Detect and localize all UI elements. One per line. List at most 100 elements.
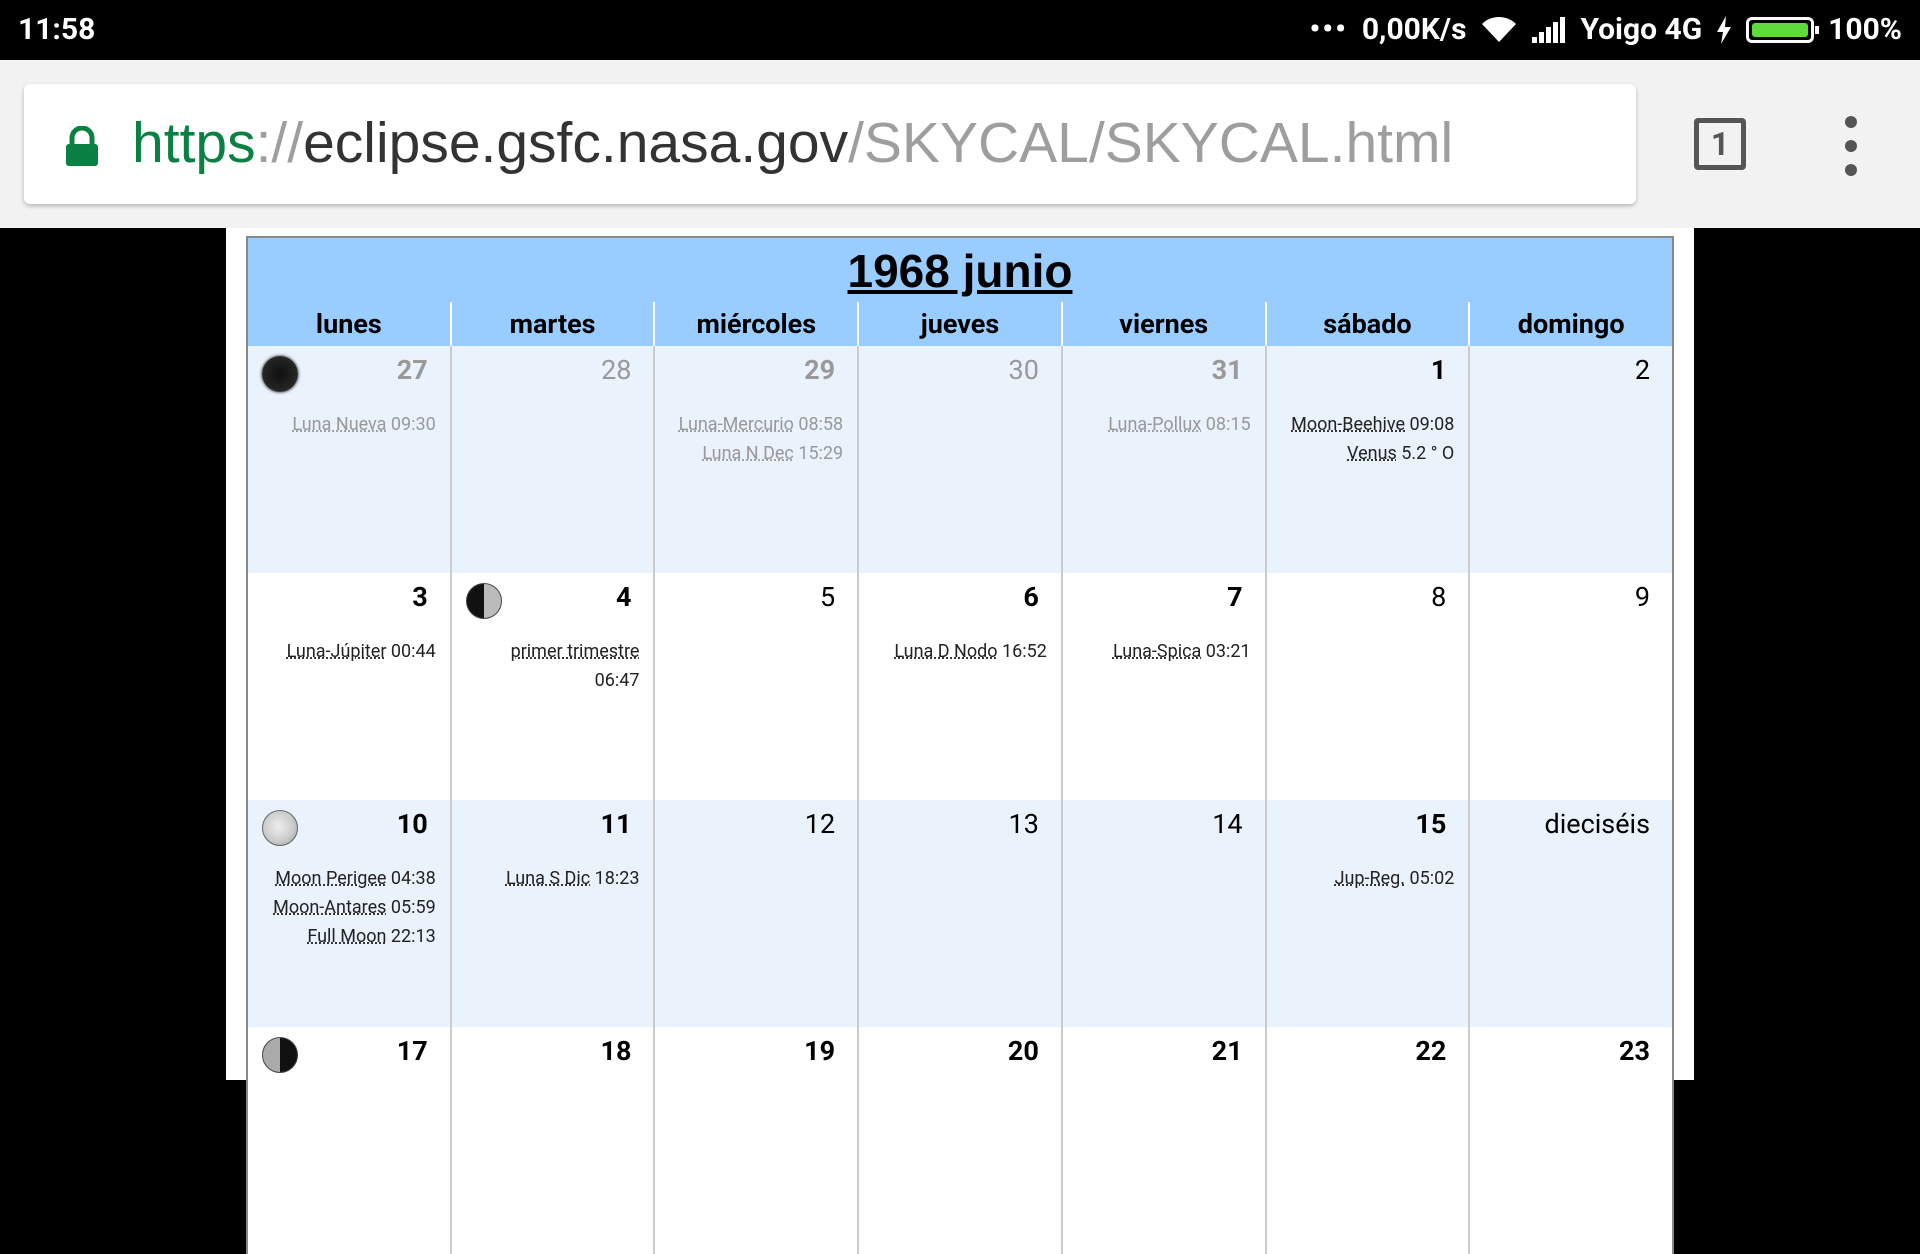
day-number: 20	[1007, 1035, 1039, 1067]
event-list: Luna Nueva 09:30	[254, 410, 436, 439]
moon-phase-full-icon	[262, 810, 298, 846]
event-time: 09:30	[386, 414, 436, 435]
day-number: 18	[600, 1035, 632, 1067]
event-list: Luna-Mercurio 08:58 Luna N Dec 15:29	[661, 410, 844, 468]
calendar-day-cell: 12	[653, 800, 858, 1027]
day-number: 30	[1008, 354, 1039, 386]
event-time: 05:59	[386, 897, 436, 918]
web-page: 1968 junio lunes martes miércoles jueves…	[226, 228, 1694, 1254]
calendar-day-cell: 17	[248, 1027, 450, 1254]
moon-phase-last-icon	[262, 1037, 298, 1073]
calendar-day-cell: 31 Luna-Pollux 08:15	[1060, 346, 1265, 573]
event-name[interactable]: Luna-Spica	[1113, 641, 1201, 662]
event-name[interactable]: Luna N Dec	[702, 443, 794, 464]
event-list: Luna-Spica 03:21	[1069, 637, 1251, 666]
event-name[interactable]: Luna S Dic	[506, 868, 590, 889]
event-item: Luna-Júpiter 00:44	[254, 637, 436, 666]
url-scheme: https	[132, 111, 256, 175]
day-number: 23	[1619, 1035, 1651, 1067]
lock-icon[interactable]	[64, 126, 100, 168]
event-name[interactable]: Moon-Antares	[273, 897, 386, 918]
event-name[interactable]: Moon-Beehive	[1291, 414, 1405, 435]
day-number: 6	[1023, 581, 1039, 613]
calendar-day-cell: 22	[1264, 1027, 1469, 1254]
event-item: primer trimestre	[458, 637, 640, 666]
event-name[interactable]: Luna-Pollux	[1108, 414, 1201, 435]
calendar-day-cell: 9	[1468, 573, 1673, 800]
calendar-title-link[interactable]: 1968 junio	[848, 245, 1073, 297]
event-item: Full Moon 22:13	[254, 922, 436, 951]
day-number: 8	[1431, 581, 1447, 613]
status-bar: 11:58 ••• 0,00K/s Yoigo 4G 100%	[0, 0, 1920, 60]
calendar-day-cell: 18	[449, 1027, 654, 1254]
day-number: 2	[1634, 354, 1651, 386]
weekday-header: lunes martes miércoles jueves viernes sá…	[248, 302, 1672, 346]
url-text[interactable]: https://eclipse.gsfc.nasa.gov/SKYCAL/SKY…	[132, 110, 1453, 176]
event-time: 22:13	[386, 926, 436, 947]
event-item: Venus 5.2 ° O	[1273, 439, 1455, 468]
event-name[interactable]: Luna-Júpiter	[287, 641, 387, 662]
event-name[interactable]: Full Moon	[307, 926, 386, 947]
calendar-day-cell: 1 Moon-Beehive 09:08 Venus 5.2 ° O	[1264, 346, 1469, 573]
day-number: 1	[1430, 354, 1447, 386]
battery-icon	[1746, 16, 1820, 43]
calendar-day-cell: dieciséis	[1468, 800, 1673, 1027]
event-item: Jup-Reg. 05:02	[1273, 864, 1455, 893]
day-number: 21	[1211, 1035, 1243, 1067]
event-list: Moon-Beehive 09:08 Venus 5.2 ° O	[1273, 410, 1455, 468]
calendar-day-cell: 21	[1060, 1027, 1265, 1254]
day-number: 15	[1415, 808, 1447, 840]
event-name[interactable]: Venus	[1347, 443, 1397, 464]
calendar-day-cell: 5	[653, 573, 858, 800]
url-path: /SKYCAL/SKYCAL.html	[848, 111, 1454, 175]
event-list: primer trimestre 06:47	[458, 637, 640, 695]
event-time: 05:02	[1405, 868, 1455, 889]
day-number: 10	[396, 808, 428, 840]
calendar-day-cell: 8	[1264, 573, 1469, 800]
event-list: Moon Perigee 04:38 Moon-Antares 05:59 Full…	[254, 864, 436, 951]
day-number: 13	[1008, 808, 1039, 840]
wifi-icon	[1482, 16, 1517, 42]
calendar-week-row: 3 Luna-Júpiter 00:44 4 primer trimestre 06:4…	[248, 573, 1673, 800]
calendar-title-bar: 1968 junio	[248, 238, 1672, 302]
event-name[interactable]: Luna-Mercurio	[679, 414, 794, 435]
event-name[interactable]: Luna D Nodo	[894, 641, 997, 662]
day-number: 22	[1415, 1035, 1447, 1067]
day-number: 17	[396, 1035, 428, 1067]
event-item: Luna S Dic 18:23	[458, 864, 640, 893]
overflow-menu-icon[interactable]	[1836, 116, 1866, 176]
day-number: 7	[1227, 581, 1243, 613]
event-item: Moon-Beehive 09:08	[1273, 410, 1455, 439]
event-item: Luna D Nodo 16:52	[865, 637, 1047, 666]
status-right: ••• 0,00K/s Yoigo 4G 100%	[1310, 12, 1903, 47]
event-time: 08:15	[1201, 414, 1251, 435]
tab-switcher-button[interactable]: 1	[1694, 118, 1746, 170]
calendar-weeks: 27 Luna Nueva 09:30 28 29 Luna-Mercurio 08:5…	[248, 346, 1673, 1254]
calendar-day-cell: 19	[653, 1027, 858, 1254]
event-item: Moon-Antares 05:59	[254, 893, 436, 922]
event-name[interactable]: Luna Nueva	[292, 414, 386, 435]
calendar-day-cell: 29 Luna-Mercurio 08:58 Luna N Dec 15:29	[653, 346, 858, 573]
event-name[interactable]: Jup-Reg.	[1335, 868, 1405, 889]
event-item: Luna Nueva 09:30	[254, 410, 436, 439]
event-time: 18:23	[590, 868, 640, 889]
day-number: 9	[1634, 581, 1651, 613]
carrier-label: Yoigo 4G	[1580, 12, 1703, 47]
calendar-day-cell: 4 primer trimestre 06:47	[449, 573, 654, 800]
battery-fill	[1752, 22, 1809, 37]
event-list: Luna S Dic 18:23	[458, 864, 640, 893]
event-item: Luna-Spica 03:21	[1069, 637, 1251, 666]
calendar-week-row: 27 Luna Nueva 09:30 28 29 Luna-Mercurio 08:5…	[248, 346, 1673, 573]
event-item: Luna-Mercurio 08:58	[661, 410, 844, 439]
address-bar[interactable]: https://eclipse.gsfc.nasa.gov/SKYCAL/SKY…	[24, 84, 1636, 204]
event-item: Luna-Pollux 08:15	[1069, 410, 1251, 439]
calendar-day-cell: 23	[1468, 1027, 1673, 1254]
day-number: 29	[804, 354, 836, 386]
event-name[interactable]: Moon Perigee	[275, 868, 386, 889]
battery-percent: 100%	[1828, 12, 1902, 47]
event-time: 09:08	[1405, 414, 1455, 435]
event-list: Luna-Pollux 08:15	[1069, 410, 1251, 439]
event-name[interactable]: primer trimestre	[511, 641, 640, 662]
day-number: 3	[412, 581, 428, 613]
event-time: 5.2 ° O	[1396, 443, 1455, 464]
